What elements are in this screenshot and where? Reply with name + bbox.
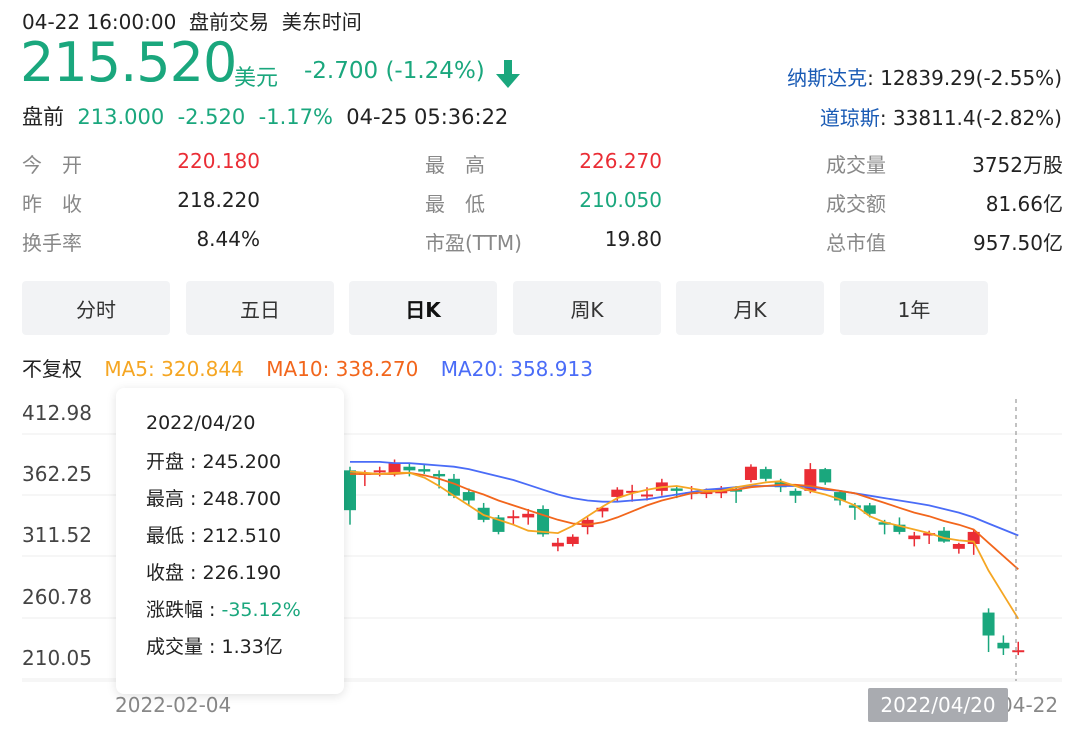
index-dowjones-name: 道琼斯 [819, 106, 880, 130]
stat-volume-label: 成交量 [826, 153, 886, 177]
tab-five-day[interactable]: 五日 [186, 281, 334, 335]
y-tick-label: 311.52 [22, 523, 92, 547]
tooltip-low: 最低 : 212.510 [146, 525, 282, 547]
tooltip-change-label: 涨跌幅 : [146, 599, 222, 621]
tooltip-close: 收盘 : 226.190 [146, 562, 282, 584]
ma20-legend: MA20: 358.913 [440, 357, 593, 381]
stat-low-value: 210.050 [579, 188, 662, 212]
candle-body [373, 470, 386, 473]
stat-volume-value: 3752万股 [972, 153, 1063, 177]
ma5-legend: MA5: 320.844 [104, 357, 244, 381]
stat-marketcap-label: 总市值 [826, 231, 886, 255]
candle-body [789, 490, 802, 496]
candle-body [462, 492, 475, 501]
y-tick-label: 362.25 [22, 462, 92, 486]
candle-body [952, 543, 965, 549]
timezone-label: 美东时间 [281, 10, 362, 34]
ma10-legend: MA10: 338.270 [266, 357, 419, 381]
index-nasdaq-value: : 12839.29(-2.55%) [867, 66, 1062, 90]
stat-turnover-value: 8.44% [196, 227, 260, 251]
x-axis-start-label: 2022-02-04 [115, 693, 232, 717]
candle-body [433, 473, 446, 477]
tooltip-high: 最高 : 248.700 [146, 488, 282, 510]
candle-body [566, 536, 579, 544]
premarket-row: 盘前 213.000 -2.520 -1.17% 04-25 05:36:22 [22, 101, 508, 131]
tab-weekly-k[interactable]: 周K [513, 281, 661, 335]
ma-legend: 不复权 MA5: 320.844 MA10: 338.270 MA20: 358… [22, 353, 593, 382]
last-price: 215.520 [20, 31, 237, 94]
premarket-label: 盘前 [22, 105, 64, 129]
stat-prevclose-label: 昨 收 [22, 192, 82, 216]
stat-amount-value: 81.66亿 [985, 192, 1063, 216]
candle-body [1012, 650, 1025, 653]
y-tick-label: 260.78 [22, 585, 92, 609]
stat-open-value: 220.180 [177, 149, 260, 173]
tab-daily-k[interactable]: 日K [349, 281, 497, 335]
candle-body [507, 516, 520, 519]
candle-body [388, 463, 401, 473]
stat-marketcap-value: 957.50亿 [973, 231, 1063, 255]
candle-body [477, 507, 490, 520]
stat-high-label: 最 高 [425, 153, 485, 177]
candle-body [819, 469, 832, 483]
y-tick-label: 210.05 [22, 646, 92, 670]
stat-pe-value: 19.80 [604, 227, 662, 251]
candle-body [418, 469, 431, 472]
tooltip-date: 2022/04/20 [146, 412, 256, 434]
currency-label: 美元 [234, 66, 279, 91]
candle-body [670, 488, 683, 491]
tab-monthly-k[interactable]: 月K [676, 281, 824, 335]
candle-body [908, 535, 921, 540]
candle-body [997, 642, 1010, 649]
candle-tooltip: 2022/04/20 开盘 : 245.200 最高 : 248.700 最低 … [116, 388, 344, 694]
stat-turnover-label: 换手率 [22, 231, 82, 255]
stat-high-value: 226.270 [579, 149, 662, 173]
ma20-line [350, 461, 1019, 537]
candle-body [522, 513, 535, 518]
premarket-change: -2.520 [177, 105, 246, 129]
candle-body [759, 469, 772, 479]
stat-low-label: 最 低 [425, 192, 485, 216]
index-nasdaq[interactable]: 纳斯达克: 12839.29(-2.55%) [787, 62, 1062, 91]
premarket-time: 04-25 05:36:22 [346, 105, 509, 129]
candle-body [551, 542, 564, 547]
candles [344, 459, 1025, 656]
down-arrow-icon [496, 60, 520, 88]
tab-one-year[interactable]: 1年 [840, 281, 988, 335]
y-tick-label: 412.98 [22, 401, 92, 425]
stat-open-label: 今 开 [22, 153, 82, 177]
premarket-price: 213.000 [77, 105, 165, 129]
candle-body [403, 466, 416, 471]
index-nasdaq-name: 纳斯达克 [787, 66, 868, 90]
candle-body [982, 612, 995, 636]
stat-prevclose-value: 218.220 [177, 188, 260, 212]
premarket-pct: -1.17% [258, 105, 333, 129]
stat-amount-label: 成交额 [826, 192, 886, 216]
stat-pe-label: 市盈(TTM) [425, 231, 522, 255]
tooltip-volume: 成交量 : 1.33亿 [146, 636, 283, 658]
candle-body [744, 466, 757, 480]
tooltip-change: 涨跌幅 : -35.12% [146, 601, 344, 638]
index-dowjones-value: : 33811.4(-2.82%) [879, 106, 1062, 130]
crosshair-date-label: 2022/04/20 [868, 688, 1008, 722]
tooltip-change-value: -35.12% [221, 599, 301, 621]
tab-intraday[interactable]: 分时 [22, 281, 170, 335]
candle-body [344, 470, 356, 511]
price-change: -2.700 (-1.24%) [304, 58, 485, 84]
x-axis-end-label: 04-22 [1000, 693, 1059, 717]
tooltip-open: 开盘 : 245.200 [146, 451, 282, 473]
adjust-mode-label[interactable]: 不复权 [22, 357, 82, 381]
candle-body [641, 494, 653, 497]
index-dowjones[interactable]: 道琼斯: 33811.4(-2.82%) [820, 102, 1062, 131]
